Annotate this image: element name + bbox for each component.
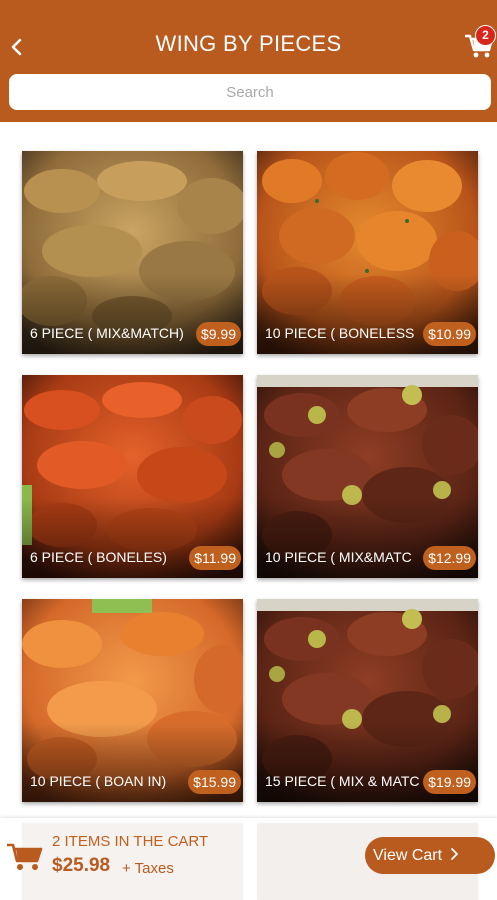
cart-items-count: 2 ITEMS IN THE CART (52, 833, 209, 850)
product-name: 15 PIECE ( MIX & MATC (265, 773, 420, 789)
product-price: $10.99 (423, 322, 476, 346)
product-price: $11.99 (189, 546, 241, 570)
cart-icon (7, 843, 43, 870)
product-card[interactable]: 6 PIECE ( MIX&MATCH) $9.99 (22, 151, 243, 354)
product-card[interactable]: 10 PIECE ( MIX&MATC $12.99 (257, 375, 478, 578)
product-name: 10 PIECE ( BONELESS (265, 325, 415, 341)
product-card[interactable]: 10 PIECE ( BOAN IN) $15.99 (22, 599, 243, 802)
product-name: 10 PIECE ( MIX&MATC (265, 549, 412, 565)
product-card[interactable]: 10 PIECE ( BONELESS $10.99 (257, 151, 478, 354)
product-card[interactable]: 6 PIECE ( BONELES) $11.99 (22, 375, 243, 578)
view-cart-button[interactable]: View Cart (365, 837, 495, 874)
product-price: $9.99 (195, 322, 241, 346)
product-price: $12.99 (423, 546, 476, 570)
cart-total: $25.98 (52, 855, 111, 876)
product-name: 6 PIECE ( MIX&MATCH) (30, 325, 184, 341)
product-price: $19.99 (423, 770, 476, 794)
view-cart-label: View Cart (373, 846, 443, 864)
product-name: 6 PIECE ( BONELES) (30, 549, 167, 565)
product-grid: 6 PIECE ( MIX&MATCH) $9.99 10 PIECE ( BO… (0, 0, 497, 900)
chevron-right-icon (450, 847, 458, 860)
product-name: 10 PIECE ( BOAN IN) (30, 773, 167, 789)
product-price: $15.99 (188, 770, 241, 794)
taxes-label: + Taxes (122, 860, 174, 877)
product-card[interactable]: 15 PIECE ( MIX & MATC $19.99 (257, 599, 478, 802)
